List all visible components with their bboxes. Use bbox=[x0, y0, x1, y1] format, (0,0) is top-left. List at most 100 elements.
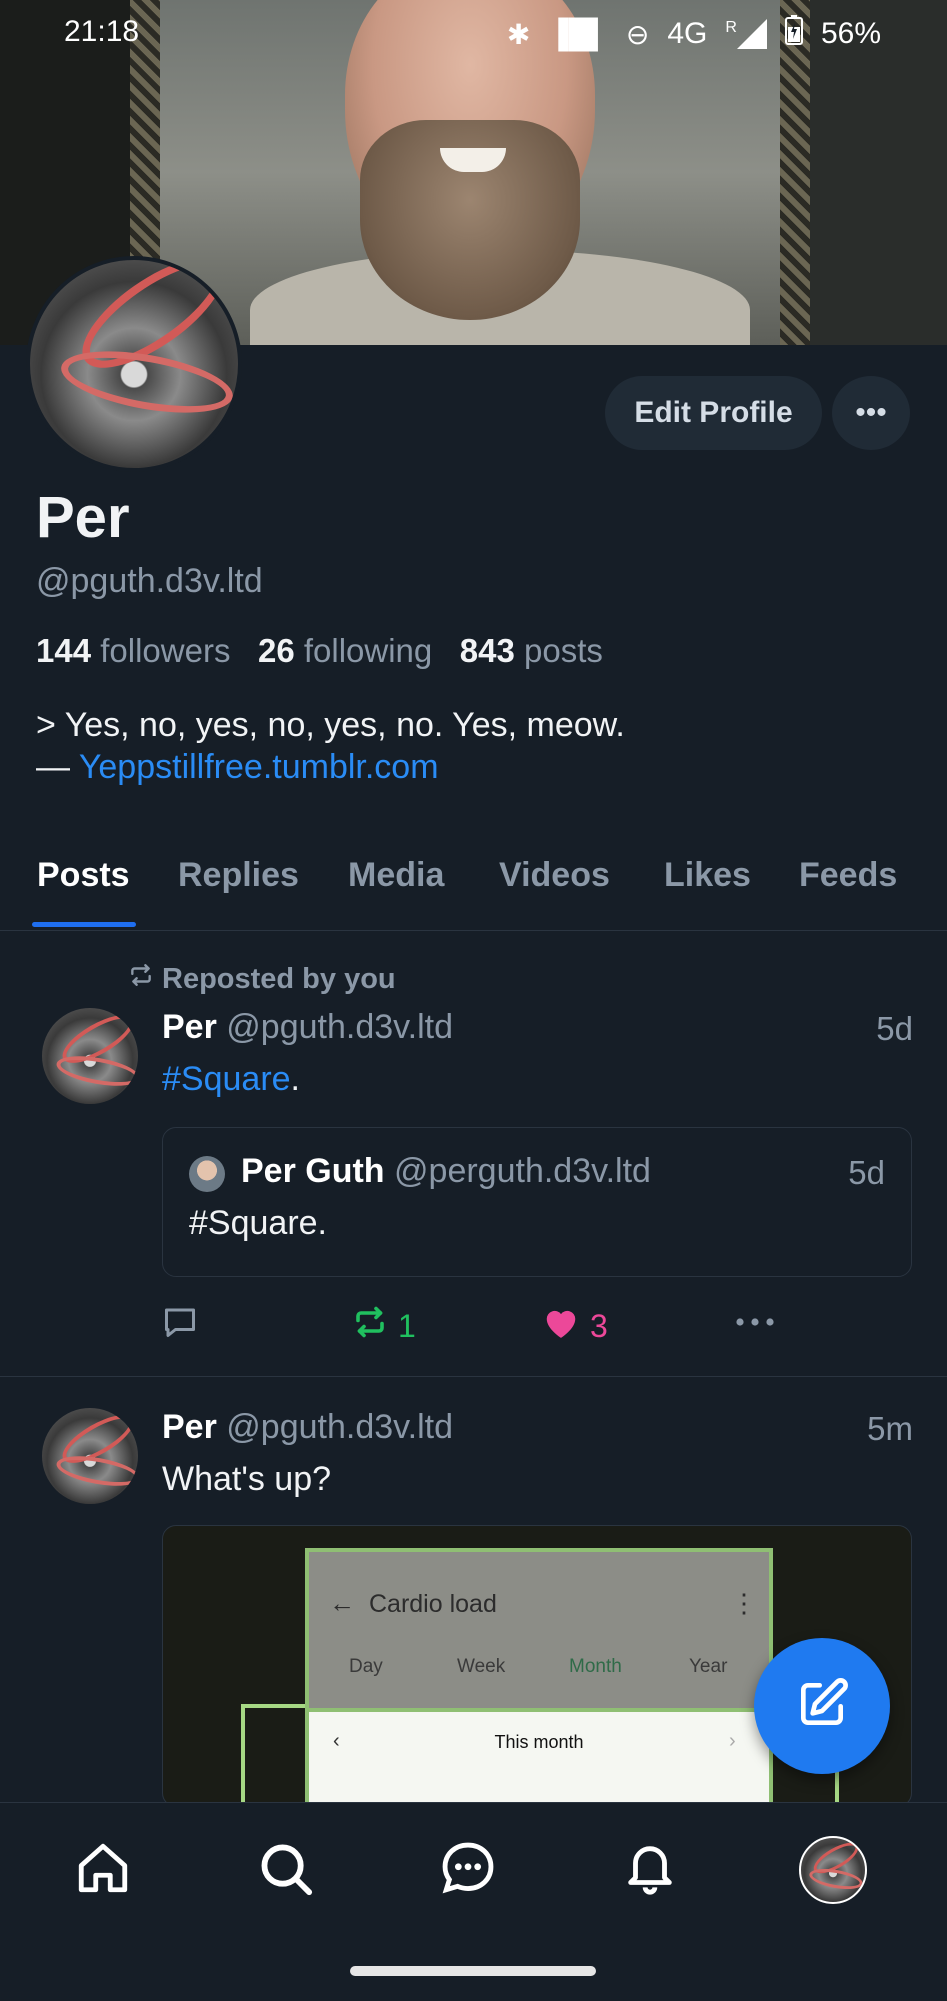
repost-indicator[interactable]: Reposted by you bbox=[128, 962, 396, 996]
like-count: 3 bbox=[590, 1307, 608, 1344]
followers-label: followers bbox=[100, 632, 231, 669]
quote-header: Per Guth @perguth.d3v.ltd bbox=[241, 1152, 651, 1191]
post-author-name: Per bbox=[162, 1008, 217, 1046]
tab-videos[interactable]: Videos bbox=[499, 856, 610, 895]
profile-stats: 144 followers 26 following 843 posts bbox=[36, 632, 603, 670]
avatar-stroke bbox=[807, 1865, 865, 1893]
post-header[interactable]: Per @pguth.d3v.ltd bbox=[162, 1008, 453, 1047]
period-week: Week bbox=[457, 1656, 506, 1677]
post-timestamp[interactable]: 5m bbox=[867, 1410, 913, 1448]
battery-level: 56% bbox=[820, 17, 881, 50]
posts-count: 843 bbox=[459, 632, 515, 669]
followers-link[interactable]: 144 followers bbox=[36, 632, 230, 669]
edit-profile-button[interactable]: Edit Profile bbox=[605, 376, 822, 450]
network-type: 4G bbox=[667, 17, 708, 50]
more-options-button[interactable]: ••• bbox=[832, 376, 910, 450]
period-month: Month bbox=[569, 1656, 622, 1677]
chat-icon bbox=[439, 1839, 497, 1902]
profile-avatar bbox=[799, 1836, 867, 1904]
like-button[interactable]: 3 bbox=[542, 1304, 608, 1348]
bio-dash: — bbox=[36, 748, 79, 786]
range-label: This month bbox=[494, 1732, 584, 1752]
home-icon bbox=[74, 1839, 132, 1902]
reply-button[interactable] bbox=[162, 1304, 208, 1348]
back-arrow-icon: ← bbox=[329, 1588, 355, 1618]
tab-likes[interactable]: Likes bbox=[664, 856, 751, 895]
post-author-avatar[interactable] bbox=[42, 1408, 138, 1504]
quoted-post[interactable]: Per Guth @perguth.d3v.ltd 5d #Square. bbox=[162, 1127, 912, 1277]
chevron-right-icon: › bbox=[729, 1730, 736, 1752]
nav-home[interactable] bbox=[68, 1835, 138, 1905]
post-text-rest: . bbox=[290, 1060, 300, 1098]
hashtag-link[interactable]: #Square bbox=[162, 1060, 291, 1098]
active-tab-indicator bbox=[32, 922, 136, 927]
roaming-indicator: R bbox=[725, 19, 737, 36]
post-author-name: Per bbox=[162, 1408, 217, 1446]
repost-icon bbox=[352, 1304, 388, 1348]
battery-icon bbox=[784, 15, 803, 53]
status-bar: 21:18 ✱ ▐█▌ ⊖ 4G R 56% bbox=[0, 0, 947, 66]
reply-icon bbox=[162, 1304, 198, 1348]
quote-author-name: Per Guth bbox=[241, 1152, 385, 1190]
profile-tabs: Posts Replies Media Videos Likes Feeds bbox=[0, 846, 947, 931]
profile-handle: @pguth.d3v.ltd bbox=[36, 562, 263, 600]
quote-timestamp: 5d bbox=[848, 1154, 885, 1191]
post-author-handle: @pguth.d3v.ltd bbox=[226, 1408, 453, 1446]
profile-name: Per bbox=[36, 485, 130, 550]
bio-link-line: — Yeppstillfree.tumblr.com bbox=[36, 748, 439, 787]
vibrate-icon: ▐█▌ bbox=[548, 18, 608, 49]
nav-search[interactable] bbox=[250, 1835, 320, 1905]
bio-text: > Yes, no, yes, no, yes, no. Yes, meow. bbox=[36, 706, 625, 744]
post-timestamp[interactable]: 5d bbox=[876, 1010, 913, 1048]
quote-author-avatar bbox=[189, 1156, 225, 1192]
compose-button[interactable] bbox=[754, 1638, 890, 1774]
kebab-icon: ⋮ bbox=[731, 1588, 757, 1618]
bluetooth-icon: ✱ bbox=[506, 18, 531, 50]
following-count: 26 bbox=[257, 632, 295, 669]
posts-label: posts bbox=[524, 632, 603, 669]
more-dots-icon bbox=[734, 1304, 776, 1348]
compose-icon bbox=[794, 1676, 850, 1737]
status-icons: ✱ ▐█▌ ⊖ 4G R 56% bbox=[507, 15, 881, 53]
image-title: Cardio load bbox=[369, 1590, 497, 1618]
avatar-stroke bbox=[54, 1450, 138, 1492]
nav-profile[interactable] bbox=[798, 1835, 868, 1905]
search-icon bbox=[256, 1839, 314, 1902]
image-screen-bottom: ‹ This month › bbox=[305, 1708, 773, 1806]
post-divider bbox=[0, 1376, 947, 1377]
heart-icon bbox=[542, 1304, 580, 1348]
repost-small-icon bbox=[128, 962, 154, 996]
nav-messages[interactable] bbox=[433, 1835, 503, 1905]
tab-media[interactable]: Media bbox=[348, 856, 444, 895]
post-author-handle: @pguth.d3v.ltd bbox=[226, 1008, 453, 1046]
gesture-bar[interactable] bbox=[350, 1966, 596, 1976]
dnd-icon: ⊖ bbox=[625, 18, 650, 50]
bio-link[interactable]: Yeppstillfree.tumblr.com bbox=[79, 748, 439, 786]
repost-label: Reposted by you bbox=[162, 962, 396, 995]
nav-notifications[interactable] bbox=[615, 1835, 685, 1905]
bell-icon bbox=[621, 1839, 679, 1902]
posts-stat: 843 posts bbox=[460, 632, 603, 669]
period-day: Day bbox=[349, 1656, 383, 1677]
following-link[interactable]: 26 following bbox=[258, 632, 432, 669]
repost-button[interactable]: 1 bbox=[352, 1304, 416, 1348]
post-text: #Square. bbox=[162, 1060, 300, 1099]
tab-replies[interactable]: Replies bbox=[178, 856, 299, 895]
followers-count: 144 bbox=[36, 632, 92, 669]
tab-posts[interactable]: Posts bbox=[37, 856, 130, 895]
quote-author-handle: @perguth.d3v.ltd bbox=[394, 1152, 651, 1190]
signal-icon: R bbox=[725, 19, 767, 49]
status-time: 21:18 bbox=[64, 15, 140, 48]
profile-avatar[interactable] bbox=[26, 256, 242, 472]
image-screen-top: ← Cardio load ⋮ Day Week Month Year bbox=[305, 1548, 773, 1716]
period-year: Year bbox=[689, 1656, 728, 1677]
repost-count: 1 bbox=[398, 1307, 416, 1344]
quote-text: #Square. bbox=[189, 1204, 327, 1242]
tab-feeds[interactable]: Feeds bbox=[799, 856, 897, 895]
avatar-stroke bbox=[54, 1050, 138, 1092]
post-author-avatar[interactable] bbox=[42, 1008, 138, 1104]
post-more-button[interactable] bbox=[734, 1304, 776, 1348]
post-text: What's up? bbox=[162, 1460, 332, 1498]
post-header[interactable]: Per @pguth.d3v.ltd bbox=[162, 1408, 453, 1447]
following-label: following bbox=[303, 632, 433, 669]
